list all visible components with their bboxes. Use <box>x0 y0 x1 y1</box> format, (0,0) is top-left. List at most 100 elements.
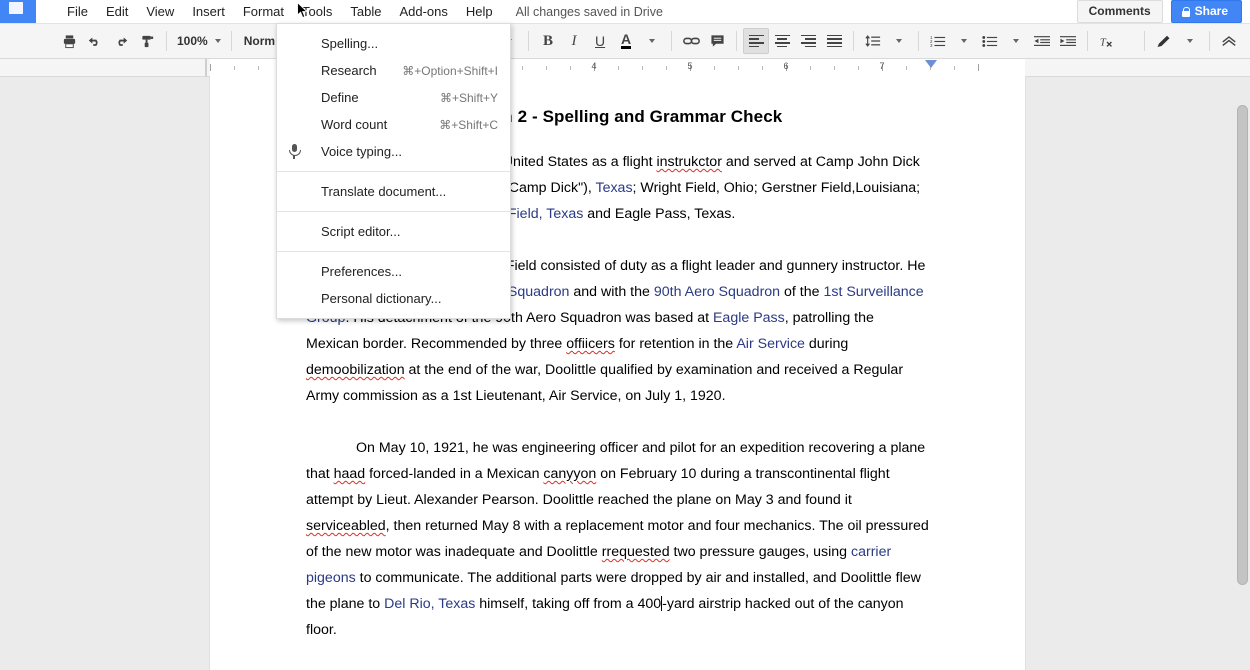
increase-indent-button[interactable] <box>1055 28 1081 54</box>
ruler-tick <box>738 66 739 70</box>
tools-menu-script-editor[interactable]: Script editor... <box>277 218 510 245</box>
print-icon[interactable] <box>56 28 82 54</box>
svg-text:3: 3 <box>930 43 933 48</box>
numbered-list-caret[interactable] <box>951 28 977 54</box>
menu-format[interactable]: Format <box>234 1 293 22</box>
menu-table[interactable]: Table <box>341 1 390 22</box>
text-run: during <box>804 336 849 352</box>
tools-menu-personal-dictionary[interactable]: Personal dictionary... <box>277 285 510 312</box>
ruler-tick <box>258 66 259 70</box>
insert-link-icon[interactable] <box>678 28 704 54</box>
ruler-tick <box>762 66 763 70</box>
lock-icon <box>1181 6 1191 17</box>
editing-mode-button[interactable] <box>1151 28 1177 54</box>
underline-button[interactable]: U <box>587 28 613 54</box>
ruler-number: 5 <box>687 61 693 71</box>
line-spacing-caret[interactable] <box>886 28 912 54</box>
redo-icon[interactable] <box>108 28 134 54</box>
bulleted-list-button[interactable] <box>977 28 1003 54</box>
share-button-label: Share <box>1194 4 1228 18</box>
menu-bar: File Edit View Insert Format Tools Table Add-on… <box>0 0 1250 23</box>
vertical-scrollbar[interactable] <box>1235 77 1250 670</box>
google-docs-window: File Edit View Insert Format Tools Table Add-on… <box>0 0 1250 670</box>
ruler-tick <box>810 66 811 70</box>
menu-item-shortcut: ⌘+Shift+C <box>439 117 498 132</box>
clear-formatting-button[interactable]: T <box>1094 28 1120 54</box>
menu-item-label: Personal dictionary... <box>321 291 442 306</box>
tools-menu-voice-typing[interactable]: Voice typing... <box>277 138 510 165</box>
comments-button[interactable]: Comments <box>1076 0 1163 23</box>
document-link[interactable]: 90th Aero Squadron <box>654 284 780 300</box>
document-link[interactable]: Del Rio, Texas <box>384 596 475 612</box>
menu-separator <box>277 251 510 252</box>
save-state-label: All changes saved in Drive <box>515 4 663 19</box>
ruler-tick <box>522 66 523 70</box>
document-link[interactable]: Eagle Pass <box>713 310 785 326</box>
undo-icon[interactable] <box>82 28 108 54</box>
vertical-scrollbar-thumb[interactable] <box>1237 105 1248 585</box>
text-color-button[interactable]: A <box>613 28 639 54</box>
tools-menu-research[interactable]: Research ⌘+Option+Shift+I <box>277 57 510 84</box>
zoom-selector[interactable]: 100% <box>173 34 225 48</box>
paragraph-style-selector[interactable]: Norm <box>238 34 281 48</box>
add-comment-icon[interactable] <box>704 28 730 54</box>
ruler-tick <box>618 66 619 70</box>
text-color-caret[interactable] <box>639 28 665 54</box>
numbered-list-button[interactable]: 123 <box>925 28 951 54</box>
misspelled-word[interactable]: serviceabled <box>306 518 386 534</box>
italic-button[interactable]: I <box>561 28 587 54</box>
line-spacing-button[interactable] <box>860 28 886 54</box>
ruler-tick <box>666 66 667 70</box>
menu-edit[interactable]: Edit <box>97 1 137 22</box>
top-right-actions: Comments Share <box>1076 0 1242 23</box>
right-indent-marker-icon[interactable] <box>925 60 937 68</box>
align-left-button[interactable] <box>743 28 770 54</box>
misspelled-word[interactable]: demoobilization <box>306 362 405 378</box>
text-run: and with the <box>569 284 654 300</box>
text-run: two pressure gauges, using <box>669 544 851 560</box>
tools-menu-define[interactable]: Define ⌘+Shift+Y <box>277 84 510 111</box>
paint-format-icon[interactable] <box>134 28 160 54</box>
menu-item-label: Voice typing... <box>321 144 402 159</box>
hide-menus-button[interactable] <box>1216 28 1242 54</box>
mouse-cursor-icon <box>297 1 309 20</box>
tools-menu-translate-document[interactable]: Translate document... <box>277 178 510 205</box>
menu-item-shortcut: ⌘+Shift+Y <box>439 90 498 105</box>
align-right-button[interactable] <box>795 28 821 54</box>
share-button[interactable]: Share <box>1170 0 1242 23</box>
menu-list: File Edit View Insert Format Tools Table Add-on… <box>58 0 502 23</box>
menu-addons[interactable]: Add-ons <box>390 1 456 22</box>
menu-insert[interactable]: Insert <box>183 1 234 22</box>
menu-item-label: Research <box>321 63 377 78</box>
paragraph-3[interactable]: On May 10, 1921, he was engineering offi… <box>306 435 929 643</box>
ruler[interactable]: 1234567 <box>0 59 1250 77</box>
ruler-left-edge <box>205 59 207 77</box>
misspelled-word[interactable]: instrukctor <box>656 154 721 170</box>
document-canvas: Lesson 2 - Spelling and Grammar Check Do… <box>0 77 1250 670</box>
misspelled-word[interactable]: haad <box>334 466 366 482</box>
toolbar: 100% Norm B I U A 1 2 3 T <box>0 23 1250 59</box>
svg-text:T: T <box>1100 37 1107 48</box>
tools-menu-spelling[interactable]: Spelling... <box>277 30 510 57</box>
menu-file[interactable]: File <box>58 1 97 22</box>
ruler-number: 4 <box>591 61 597 71</box>
document-link[interactable]: Air Service <box>736 336 805 352</box>
misspelled-word[interactable]: rrequested <box>602 544 670 560</box>
misspelled-word[interactable]: offiicers <box>566 336 615 352</box>
align-justify-button[interactable] <box>821 28 847 54</box>
tools-menu-word-count[interactable]: Word count ⌘+Shift+C <box>277 111 510 138</box>
menu-view[interactable]: View <box>137 1 183 22</box>
tools-dropdown-menu[interactable]: Spelling... Research ⌘+Option+Shift+I Defin… <box>276 23 511 319</box>
editing-mode-caret[interactable] <box>1177 28 1203 54</box>
docs-logo-icon[interactable] <box>0 0 36 23</box>
document-link[interactable]: Texas <box>595 180 632 196</box>
menu-help[interactable]: Help <box>457 1 502 22</box>
bulleted-list-caret[interactable] <box>1003 28 1029 54</box>
text-run: himself, taking off from a 400 <box>475 596 662 612</box>
decrease-indent-button[interactable] <box>1029 28 1055 54</box>
paragraph-style-value: Norm <box>243 34 276 48</box>
misspelled-word[interactable]: canyyon <box>543 466 596 482</box>
tools-menu-preferences[interactable]: Preferences... <box>277 258 510 285</box>
align-center-button[interactable] <box>769 28 795 54</box>
bold-button[interactable]: B <box>535 28 561 54</box>
